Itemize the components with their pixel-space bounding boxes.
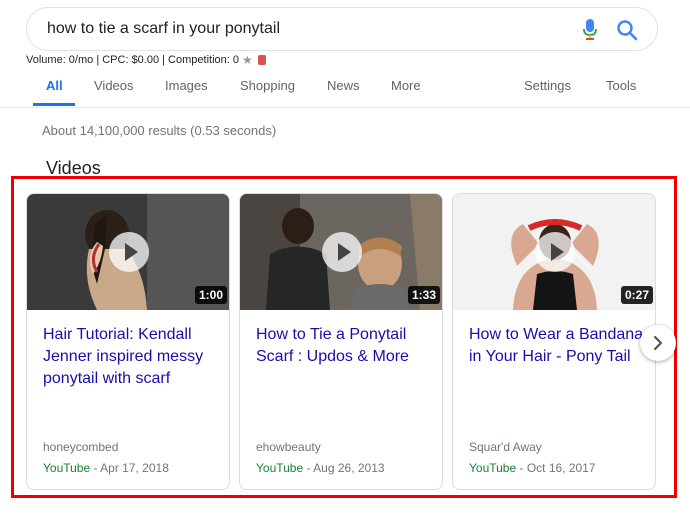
tab-tools[interactable]: Tools bbox=[606, 78, 636, 93]
seo-metrics-text: Volume: 0/mo | CPC: $0.00 | Competition:… bbox=[26, 54, 239, 66]
video-meta: YouTube - Apr 17, 2018 bbox=[43, 461, 169, 475]
chevron-right-icon bbox=[653, 335, 663, 351]
database-icon[interactable] bbox=[257, 55, 266, 65]
video-card[interactable]: 1:00 Hair Tutorial: Kendall Jenner inspi… bbox=[26, 193, 230, 490]
video-channel: Squar'd Away bbox=[469, 440, 542, 454]
play-icon[interactable] bbox=[322, 232, 362, 272]
play-icon[interactable] bbox=[109, 232, 149, 272]
video-channel: ehowbeauty bbox=[256, 440, 321, 454]
video-channel: honeycombed bbox=[43, 440, 119, 454]
video-title-link[interactable]: How to Wear a Bandana in Your Hair - Pon… bbox=[469, 324, 649, 368]
video-title-link[interactable]: Hair Tutorial: Kendall Jenner inspired m… bbox=[43, 324, 223, 390]
seo-metrics-bar: Volume: 0/mo | CPC: $0.00 | Competition:… bbox=[26, 54, 266, 66]
video-duration: 0:27 bbox=[620, 286, 653, 304]
video-source: YouTube bbox=[469, 461, 517, 475]
video-date: - Aug 26, 2013 bbox=[303, 461, 385, 475]
video-card[interactable]: 0:27 How to Wear a Bandana in Your Hair … bbox=[452, 193, 656, 490]
search-box[interactable]: how to tie a scarf in your ponytail bbox=[26, 7, 658, 51]
tab-more[interactable]: More bbox=[391, 78, 421, 93]
video-source: YouTube bbox=[43, 461, 91, 475]
tab-images[interactable]: Images bbox=[165, 78, 208, 93]
video-card[interactable]: 1:33 How to Tie a Ponytail Scarf : Updos… bbox=[239, 193, 443, 490]
play-icon[interactable] bbox=[535, 232, 575, 272]
carousel-next-button[interactable] bbox=[640, 325, 676, 361]
search-tabs: All Videos Images Shopping News More Set… bbox=[0, 76, 690, 108]
tab-news[interactable]: News bbox=[327, 78, 360, 93]
active-tab-indicator bbox=[33, 103, 75, 106]
video-date: - Oct 16, 2017 bbox=[516, 461, 596, 475]
video-meta: YouTube - Aug 26, 2013 bbox=[256, 461, 385, 475]
search-input[interactable]: how to tie a scarf in your ponytail bbox=[47, 20, 280, 38]
video-meta: YouTube - Oct 16, 2017 bbox=[469, 461, 596, 475]
tab-all[interactable]: All bbox=[46, 78, 63, 93]
video-thumbnail[interactable]: 1:33 bbox=[240, 194, 442, 310]
video-thumbnail[interactable]: 0:27 bbox=[453, 194, 655, 310]
microphone-icon[interactable] bbox=[583, 19, 597, 41]
tab-settings[interactable]: Settings bbox=[524, 78, 571, 93]
search-icon[interactable] bbox=[615, 18, 639, 42]
result-stats: About 14,100,000 results (0.53 seconds) bbox=[42, 123, 277, 138]
tab-shopping[interactable]: Shopping bbox=[240, 78, 295, 93]
video-date: - Apr 17, 2018 bbox=[90, 461, 169, 475]
star-icon[interactable]: ★ bbox=[242, 54, 253, 66]
video-duration: 1:33 bbox=[407, 286, 440, 304]
video-title-link[interactable]: How to Tie a Ponytail Scarf : Updos & Mo… bbox=[256, 324, 436, 368]
video-source: YouTube bbox=[256, 461, 304, 475]
video-thumbnail[interactable]: 1:00 bbox=[27, 194, 229, 310]
tab-videos[interactable]: Videos bbox=[94, 78, 134, 93]
video-duration: 1:00 bbox=[194, 286, 227, 304]
